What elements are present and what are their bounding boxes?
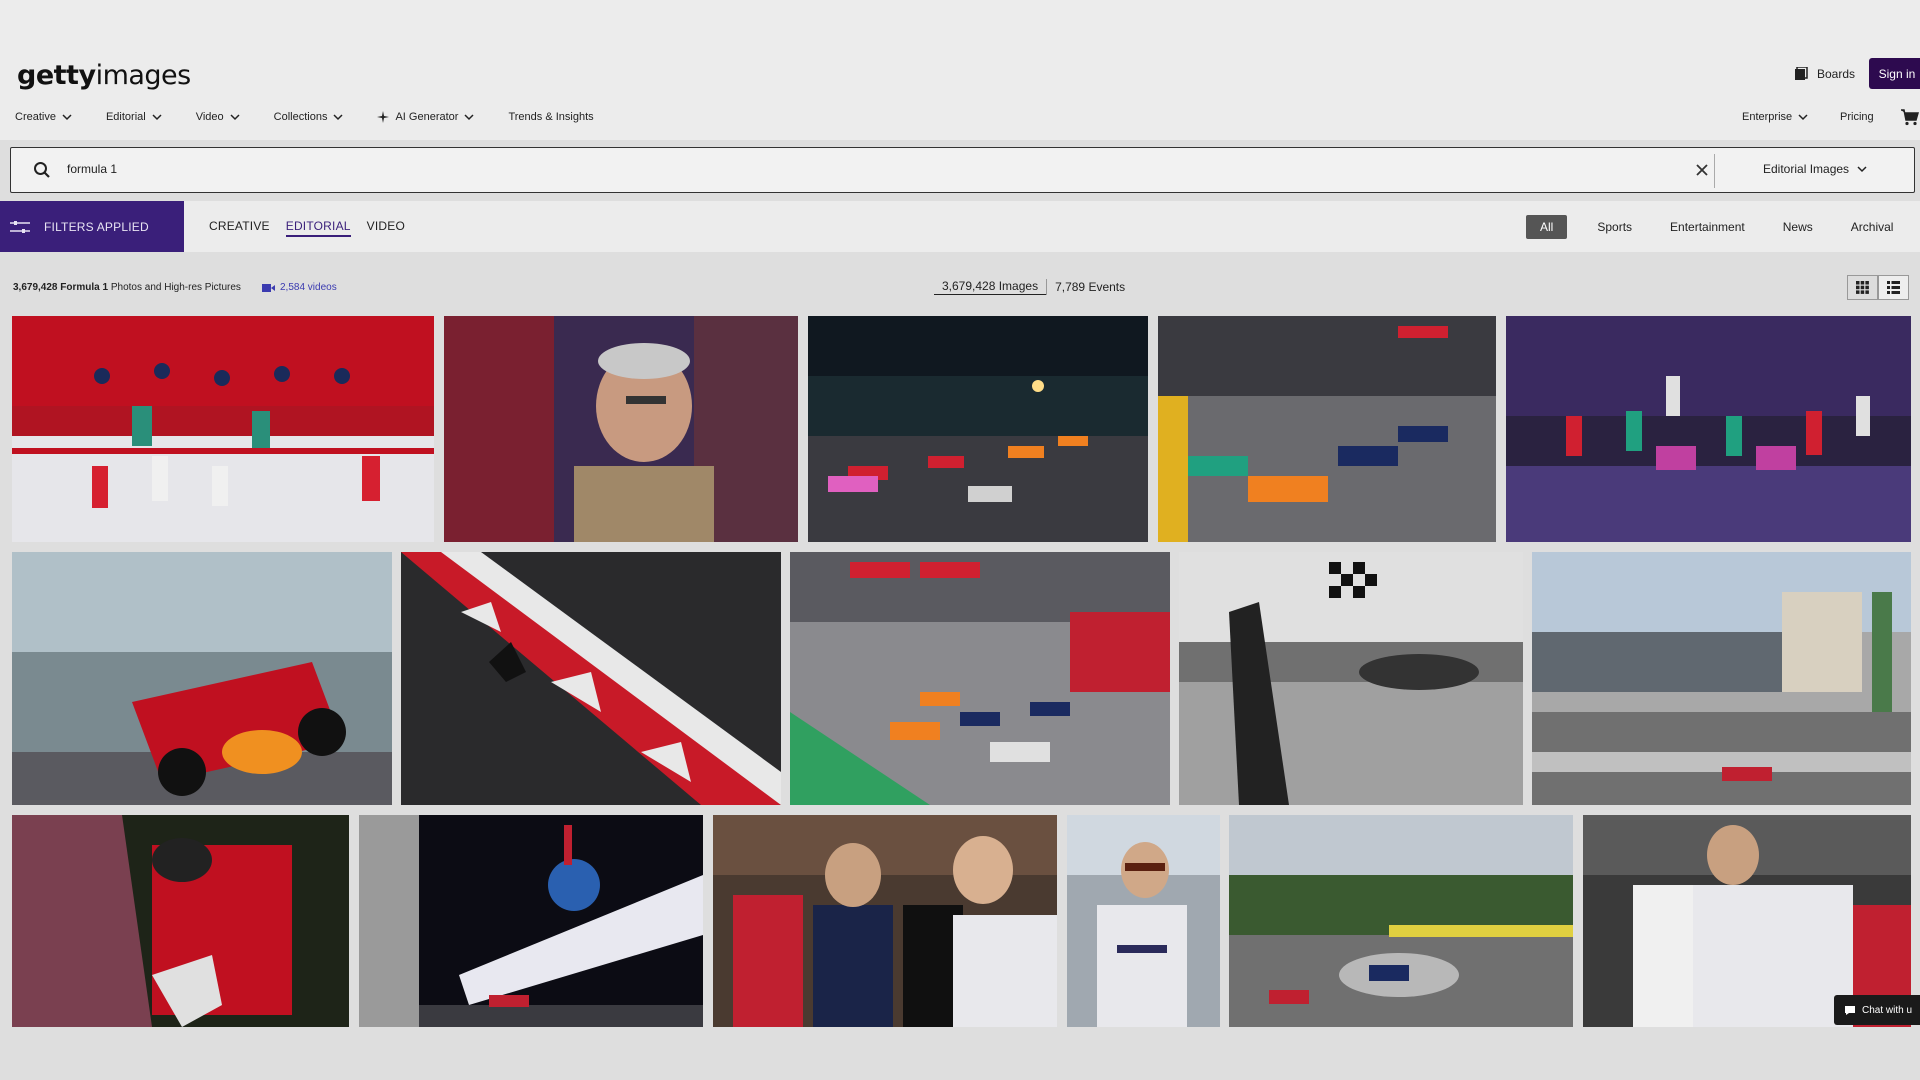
image-tile[interactable] <box>790 552 1170 805</box>
chevron-down-icon <box>333 113 343 120</box>
main-nav: Creative Editorial Video Collections AI … <box>15 111 628 123</box>
image-tile[interactable] <box>1067 815 1220 1027</box>
result-count: 3,679,428 Formula 1 Photos and High-res … <box>13 282 241 293</box>
tab-video[interactable]: VIDEO <box>367 219 405 237</box>
filters-applied-button[interactable]: FILTERS APPLIED <box>0 201 184 252</box>
images-events-toggle: 3,679,428 Images 7,789 Events <box>934 279 1133 295</box>
chevron-down-icon <box>1857 165 1867 172</box>
category-sports[interactable]: Sports <box>1597 215 1632 239</box>
search-bar: formula 1 Editorial Images <box>10 147 1915 193</box>
image-tile[interactable] <box>401 552 781 805</box>
events-count-tab[interactable]: 7,789 Events <box>1047 280 1133 294</box>
image-tile[interactable] <box>1158 316 1496 542</box>
nav-collections[interactable]: Collections <box>274 111 344 123</box>
chat-button[interactable]: Chat with u <box>1834 995 1920 1025</box>
nav-pricing[interactable]: Pricing <box>1840 111 1874 123</box>
chevron-down-icon <box>1798 113 1808 120</box>
list-view-button[interactable] <box>1878 275 1909 300</box>
list-icon <box>1887 281 1900 294</box>
image-tile[interactable] <box>359 815 703 1027</box>
search-input[interactable]: formula 1 <box>67 162 117 176</box>
nav-video[interactable]: Video <box>196 111 240 123</box>
image-tile[interactable] <box>713 815 1057 1027</box>
category-news[interactable]: News <box>1783 215 1813 239</box>
search-divider <box>1714 154 1715 188</box>
sparkle-icon <box>377 111 390 123</box>
search-scope-dropdown[interactable]: Editorial Images <box>1763 162 1867 176</box>
sliders-icon <box>10 220 30 233</box>
image-tile[interactable] <box>444 316 798 542</box>
category-filters: All Sports Entertainment News Archival <box>1526 215 1893 239</box>
category-entertainment[interactable]: Entertainment <box>1670 215 1745 239</box>
sign-in-button[interactable]: Sign in <box>1869 58 1920 89</box>
tab-editorial[interactable]: EDITORIAL <box>285 219 351 237</box>
chevron-down-icon <box>464 113 474 120</box>
video-camera-icon <box>262 283 275 292</box>
image-tile[interactable] <box>808 316 1148 542</box>
close-icon[interactable] <box>1694 162 1710 178</box>
image-tile[interactable] <box>1229 815 1573 1027</box>
chat-bubble-icon <box>1845 1005 1855 1015</box>
nav-editorial[interactable]: Editorial <box>106 111 162 123</box>
chevron-down-icon <box>152 113 162 120</box>
videos-link[interactable]: 2,584 videos <box>262 282 337 293</box>
boards-button[interactable]: Boards <box>1794 67 1855 81</box>
image-tile[interactable] <box>12 552 392 805</box>
image-tile[interactable] <box>1532 552 1911 805</box>
grid-view-button[interactable] <box>1847 275 1878 300</box>
nav-ai-generator[interactable]: AI Generator <box>377 111 474 123</box>
image-tile[interactable] <box>1179 552 1523 805</box>
nav-enterprise[interactable]: Enterprise <box>1742 111 1808 123</box>
media-type-tabs: CREATIVE EDITORIAL VIDEO <box>209 219 405 237</box>
search-icon[interactable] <box>33 161 51 179</box>
view-toggle <box>1847 275 1909 300</box>
image-tile[interactable] <box>12 815 349 1027</box>
images-count-tab[interactable]: 3,679,428 Images <box>934 279 1047 295</box>
nav-trends-insights[interactable]: Trends & Insights <box>508 111 593 123</box>
cart-icon[interactable] <box>1900 108 1920 126</box>
boards-icon <box>1795 67 1808 80</box>
category-all[interactable]: All <box>1526 215 1568 239</box>
getty-logo[interactable]: gettyimages <box>17 60 191 91</box>
image-tile[interactable] <box>1506 316 1911 542</box>
tab-creative[interactable]: CREATIVE <box>209 219 270 237</box>
top-header: gettyimages Boards Sign in Creative Edit… <box>0 0 1920 140</box>
chevron-down-icon <box>230 113 240 120</box>
image-tile[interactable] <box>12 316 434 542</box>
category-archival[interactable]: Archival <box>1851 215 1894 239</box>
chevron-down-icon <box>62 113 72 120</box>
grid-icon <box>1856 281 1869 294</box>
nav-creative[interactable]: Creative <box>15 111 72 123</box>
filter-bar: FILTERS APPLIED CREATIVE EDITORIAL VIDEO… <box>0 201 1920 252</box>
